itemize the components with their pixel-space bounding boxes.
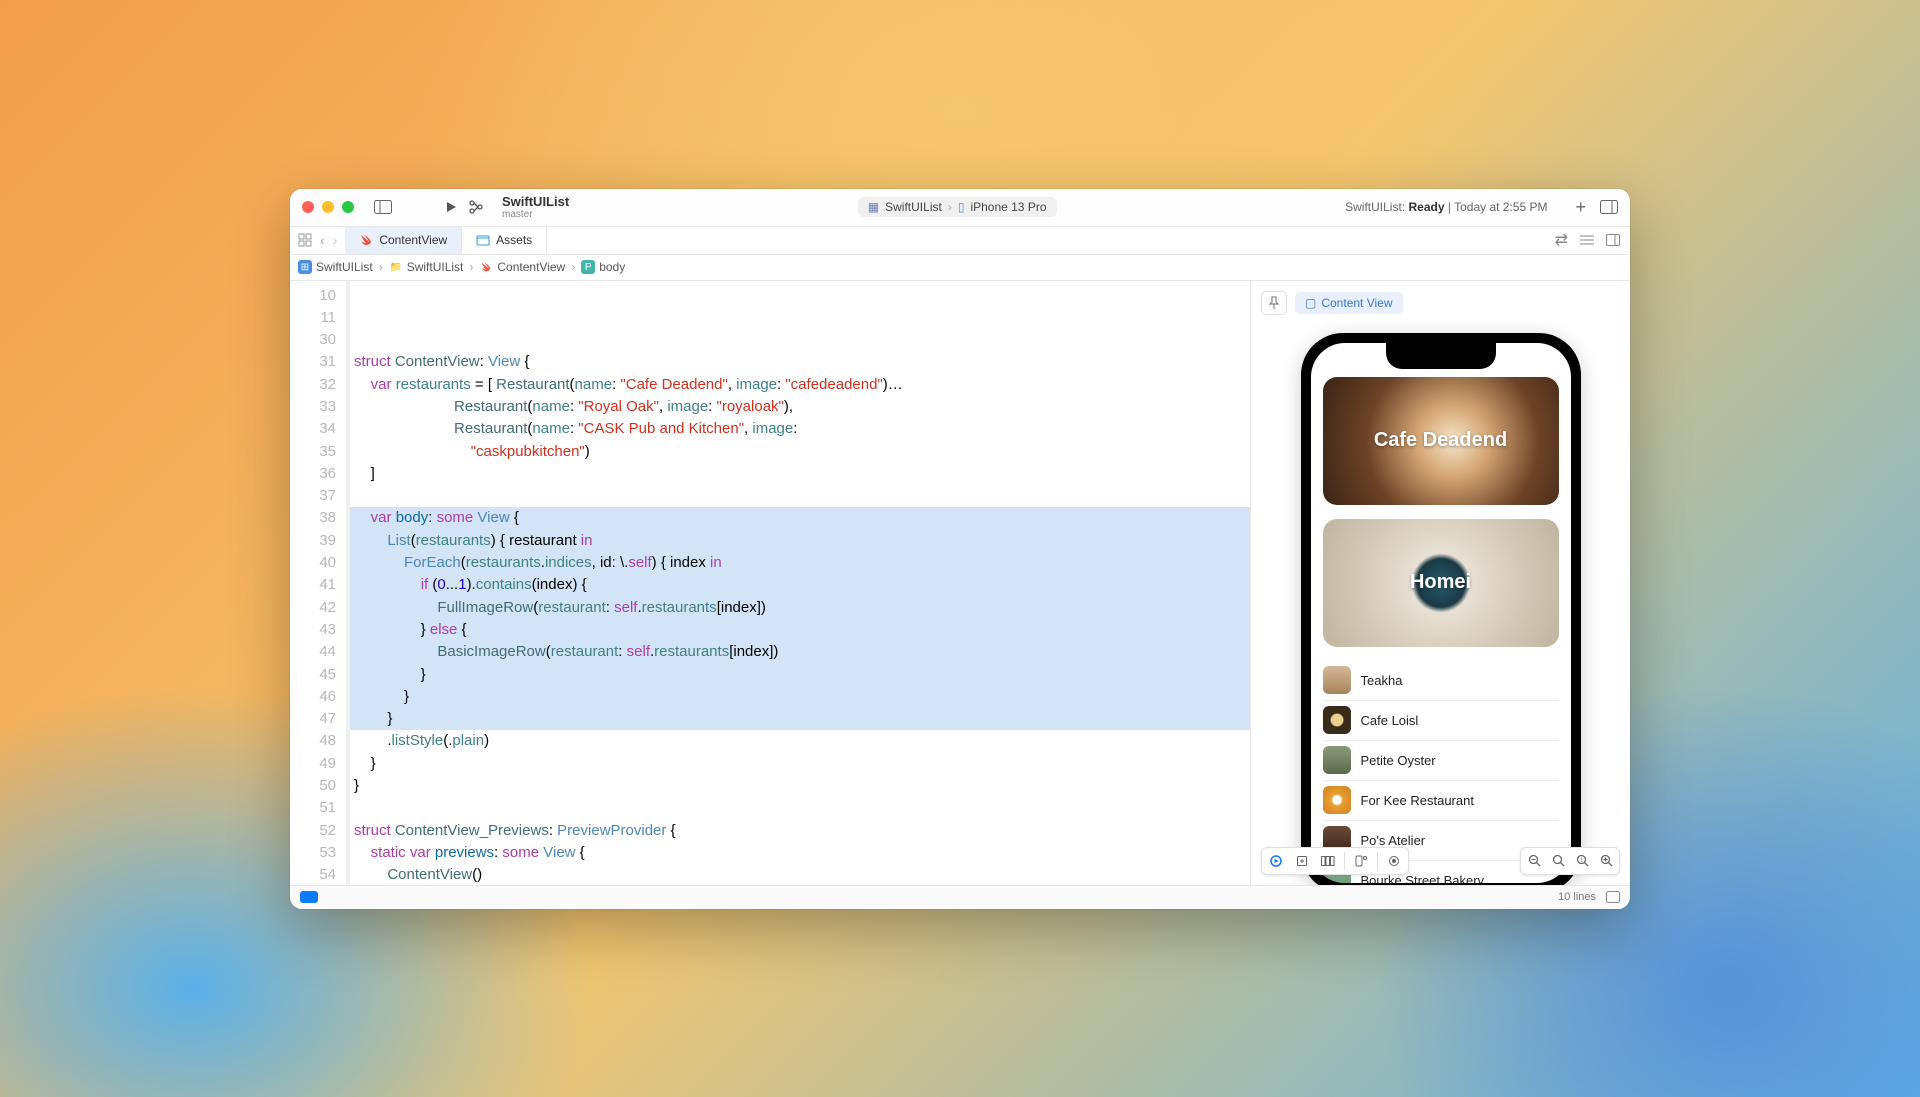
thumbnail-image — [1323, 706, 1351, 734]
breadcrumb-item[interactable]: body — [599, 260, 625, 274]
full-image-row[interactable]: Cafe Deadend — [1323, 377, 1559, 505]
adjust-icon[interactable] — [1580, 234, 1594, 246]
zoom-toolbar: 1 — [1520, 847, 1620, 875]
editor-area: 1011303132333435363738394041424344454647… — [290, 281, 1630, 885]
library-toggle-icon[interactable] — [1600, 200, 1618, 214]
breadcrumb-item[interactable]: SwiftUIList — [407, 260, 464, 274]
run-button[interactable] — [444, 200, 458, 214]
folder-icon: 📁 — [389, 260, 403, 274]
breadcrumb-item[interactable]: SwiftUIList — [316, 260, 373, 274]
device-screen[interactable]: Cafe Deadend Homei Teakha Cafe Loisl Petite … — [1311, 343, 1571, 883]
panel-toggle-icon[interactable] — [1606, 234, 1620, 246]
scheme-app-label: SwiftUIList — [885, 200, 942, 214]
basic-image-row[interactable]: For Kee Restaurant — [1323, 781, 1559, 821]
live-preview-button[interactable] — [1264, 850, 1288, 872]
tab-label: Assets — [496, 233, 532, 247]
svg-text:1: 1 — [1580, 858, 1583, 864]
thumbnail-image — [1323, 746, 1351, 774]
grid-icon[interactable] — [298, 233, 312, 247]
restaurant-name: Petite Oyster — [1361, 753, 1436, 768]
device-frame: Cafe Deadend Homei Teakha Cafe Loisl Petite … — [1301, 333, 1581, 885]
device-settings-button[interactable] — [1349, 850, 1373, 872]
preview-mode-toolbar — [1261, 847, 1409, 875]
restaurant-name: Cafe Loisl — [1361, 713, 1419, 728]
restaurant-name: For Kee Restaurant — [1361, 793, 1474, 808]
basic-image-row[interactable]: Teakha — [1323, 661, 1559, 701]
swift-file-icon — [359, 233, 373, 247]
code-content[interactable]: struct ContentView: View { var restauran… — [346, 281, 1250, 885]
minimap-toggle-icon[interactable] — [1606, 891, 1620, 903]
tab-label: ContentView — [379, 233, 447, 247]
titlebar: SwiftUIList master ▦ SwiftUIList › ▯ iPh… — [290, 189, 1630, 227]
preview-label: Content View — [1321, 296, 1392, 310]
line-count-label: 10 lines — [1558, 891, 1596, 903]
scheme-icon[interactable] — [468, 199, 484, 215]
device-notch — [1386, 343, 1496, 369]
preview-settings-button[interactable] — [1382, 850, 1406, 872]
back-button[interactable]: ‹ — [320, 232, 325, 248]
canvas-preview: ▢ Content View Cafe DeadendHomeiTeakhaCa… — [1250, 281, 1630, 885]
zoom-fit-button[interactable] — [1547, 850, 1569, 872]
tab-assets[interactable]: Assets — [462, 227, 547, 254]
thumbnail-image — [1323, 666, 1351, 694]
selectable-preview-button[interactable] — [1290, 850, 1314, 872]
preview-icon: ▢ — [1305, 296, 1316, 310]
project-icon: ⊞ — [298, 260, 312, 274]
restaurant-name: Teakha — [1361, 673, 1403, 688]
chevron-right-icon: › — [571, 260, 575, 274]
xcode-window: SwiftUIList master ▦ SwiftUIList › ▯ iPh… — [290, 189, 1630, 909]
app-icon: ▦ — [868, 200, 879, 214]
swift-file-icon — [479, 260, 493, 274]
restaurant-name: Po's Atelier — [1361, 833, 1426, 848]
chevron-right-icon: › — [948, 200, 952, 214]
traffic-lights — [302, 201, 354, 213]
close-button[interactable] — [302, 201, 314, 213]
zoom-out-button[interactable] — [1523, 850, 1545, 872]
status-bar: 10 lines — [290, 885, 1630, 909]
basic-image-row[interactable]: Petite Oyster — [1323, 741, 1559, 781]
build-status: SwiftUIList: Ready | Today at 2:55 PM — [1345, 200, 1547, 214]
basic-image-row[interactable]: Cafe Loisl — [1323, 701, 1559, 741]
variants-button[interactable] — [1316, 850, 1340, 872]
status-indicator-icon[interactable] — [300, 891, 318, 903]
branch-label: master — [502, 209, 569, 220]
full-image-row[interactable]: Homei — [1323, 519, 1559, 647]
tab-bar: ‹ › ContentView Assets ⇄ — [290, 227, 1630, 255]
minimize-button[interactable] — [322, 201, 334, 213]
project-title: SwiftUIList — [502, 194, 569, 209]
scheme-device-label: iPhone 13 Pro — [970, 200, 1046, 214]
code-editor[interactable]: 1011303132333435363738394041424344454647… — [290, 281, 1250, 885]
thumbnail-image — [1323, 786, 1351, 814]
chevron-right-icon: › — [379, 260, 383, 274]
restaurant-name: Homei — [1410, 571, 1471, 594]
device-icon: ▯ — [958, 200, 965, 214]
assets-icon — [476, 233, 490, 247]
project-label[interactable]: SwiftUIList master — [502, 194, 569, 220]
sidebar-toggle-icon[interactable] — [370, 196, 396, 218]
chevron-right-icon: › — [469, 260, 473, 274]
jump-bar[interactable]: ⊞ SwiftUIList › 📁 SwiftUIList › ContentVie… — [290, 255, 1630, 281]
zoom-in-button[interactable] — [1595, 850, 1617, 872]
breadcrumb-item[interactable]: ContentView — [497, 260, 565, 274]
restaurant-name: Cafe Deadend — [1374, 429, 1507, 452]
plus-icon[interactable]: + — [1575, 197, 1586, 218]
refresh-icon[interactable]: ⇄ — [1555, 230, 1568, 250]
maximize-button[interactable] — [342, 201, 354, 213]
line-gutter: 1011303132333435363738394041424344454647… — [290, 281, 346, 885]
zoom-actual-button[interactable]: 1 — [1571, 850, 1593, 872]
property-icon: P — [581, 260, 595, 274]
forward-button[interactable]: › — [333, 232, 338, 248]
scheme-selector[interactable]: ▦ SwiftUIList › ▯ iPhone 13 Pro — [858, 197, 1057, 217]
preview-selector[interactable]: ▢ Content View — [1295, 292, 1403, 314]
pin-icon[interactable] — [1261, 291, 1287, 315]
tab-contentview[interactable]: ContentView — [345, 227, 462, 254]
